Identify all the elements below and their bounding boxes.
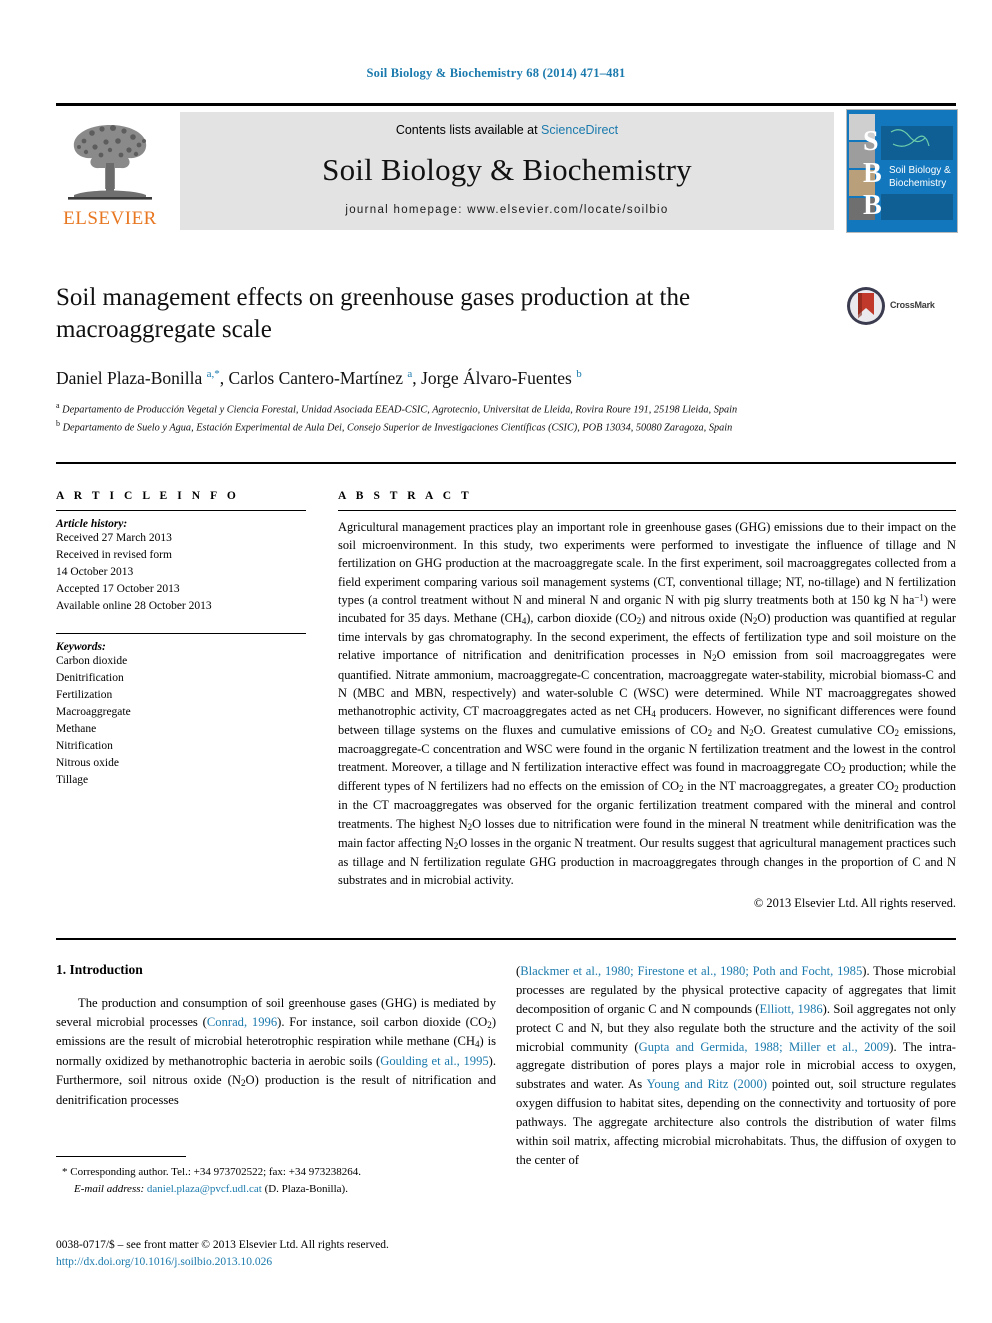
corresponding-author-footnote: * Corresponding author. Tel.: +34 973702… bbox=[56, 1156, 496, 1197]
contents-prefix: Contents lists available at bbox=[395, 123, 542, 137]
history-item: Received in revised form bbox=[56, 549, 172, 562]
elsevier-tree-icon bbox=[68, 125, 152, 200]
journal-cover-thumbnail[interactable]: S B B Soil Biology & Biochemistry bbox=[846, 109, 958, 233]
article-info-heading: A R T I C L E I N F O bbox=[56, 490, 240, 502]
contents-available-line: Contents lists available at ScienceDirec… bbox=[180, 123, 834, 137]
article-info-block: A R T I C L E I N F O Article history: R… bbox=[56, 490, 306, 789]
doi-link[interactable]: http://dx.doi.org/10.1016/j.soilbio.2013… bbox=[56, 1254, 556, 1271]
crossmark-label: CrossMark bbox=[890, 300, 935, 310]
journal-title: Soil Biology & Biochemistry bbox=[322, 152, 692, 187]
introduction-paragraph-right: (Blackmer et al., 1980; Firestone et al.… bbox=[516, 964, 957, 1167]
affiliation-a-text: Departamento de Producción Vegetal y Cie… bbox=[62, 404, 738, 416]
keyword-item: Fertilization bbox=[56, 689, 113, 702]
abstract-section-top-rule bbox=[56, 462, 956, 464]
article-info-rule bbox=[56, 510, 306, 511]
history-item: Available online 28 October 2013 bbox=[56, 600, 212, 613]
keywords-rule bbox=[56, 633, 306, 635]
abstract-block: A B S T R A C T Agricultural management … bbox=[338, 490, 956, 911]
affiliation-a: a Departamento de Producción Vegetal y C… bbox=[56, 401, 738, 416]
keyword-item: Macroaggregate bbox=[56, 706, 131, 719]
svg-text:Soil Biology &: Soil Biology & bbox=[889, 165, 951, 176]
svg-text:B: B bbox=[863, 190, 882, 221]
article-history-label: Article history: bbox=[56, 518, 128, 530]
keyword-item: Nitrous oxide bbox=[56, 757, 119, 770]
abstract-text: Agricultural management practices play a… bbox=[338, 520, 957, 888]
introduction-heading: 1. Introduction bbox=[56, 962, 143, 977]
history-item: Accepted 17 October 2013 bbox=[56, 583, 180, 596]
contents-banner: Contents lists available at ScienceDirec… bbox=[180, 112, 834, 230]
body-column-left: 1. Introduction The production and consu… bbox=[56, 962, 496, 1109]
keyword-item: Nitrification bbox=[56, 740, 113, 753]
history-item: Received 27 March 2013 bbox=[56, 532, 172, 544]
crossmark-badge[interactable]: CrossMark bbox=[846, 286, 956, 330]
abstract-rule bbox=[338, 510, 956, 511]
email-address-line[interactable]: E-mail address: daniel.plaza@pvcf.udl.ca… bbox=[56, 1181, 496, 1198]
keyword-item: Denitrification bbox=[56, 672, 124, 685]
abstract-copyright: © 2013 Elsevier Ltd. All rights reserved… bbox=[753, 896, 956, 911]
issn-front-matter: 0038-0717/$ – see front matter © 2013 El… bbox=[56, 1239, 389, 1251]
author-list: Daniel Plaza-Bonilla a,*, Carlos Cantero… bbox=[56, 368, 582, 388]
keyword-item: Tillage bbox=[56, 774, 89, 787]
body-column-right: (Blackmer et al., 1980; Firestone et al.… bbox=[516, 962, 956, 1170]
elsevier-logo: ELSEVIER bbox=[58, 111, 162, 231]
footnote-rule bbox=[56, 1156, 186, 1157]
abstract-heading: A B S T R A C T bbox=[338, 490, 473, 502]
article-first-page: Soil Biology & Biochemistry 68 (2014) 47… bbox=[0, 0, 992, 1323]
history-item: 14 October 2013 bbox=[56, 566, 134, 579]
masthead-top-rule bbox=[56, 103, 956, 106]
affiliation-b-text: Departamento de Suelo y Agua, Estación E… bbox=[62, 422, 733, 434]
affiliation-b: b Departamento de Suelo y Agua, Estación… bbox=[56, 419, 733, 434]
imprint-block: 0038-0717/$ – see front matter © 2013 El… bbox=[56, 1237, 556, 1270]
keywords-label: Keywords: bbox=[56, 641, 106, 654]
corresponding-author-line: * Corresponding author. Tel.: +34 973702… bbox=[62, 1166, 361, 1178]
keyword-item: Methane bbox=[56, 723, 97, 736]
journal-cover-art: S B B Soil Biology & Biochemistry bbox=[847, 110, 957, 232]
running-head: Soil Biology & Biochemistry 68 (2014) 47… bbox=[366, 66, 626, 80]
journal-homepage-link[interactable]: journal homepage: www.elsevier.com/locat… bbox=[180, 204, 834, 216]
crossmark-icon bbox=[847, 287, 885, 325]
affiliation-list: a Departamento de Producción Vegetal y C… bbox=[56, 400, 816, 436]
body-top-rule bbox=[56, 938, 956, 940]
article-history-list: Received 27 March 2013 Received in revis… bbox=[56, 530, 306, 615]
page-title: Soil management effects on greenhouse ga… bbox=[56, 284, 691, 343]
journal-masthead: ELSEVIER Contents lists available at Sci… bbox=[56, 103, 958, 235]
introduction-paragraph-left: The production and consumption of soil g… bbox=[56, 996, 497, 1107]
keyword-item: Carbon dioxide bbox=[56, 655, 128, 668]
svg-text:S: S bbox=[863, 126, 879, 157]
title-block: Soil management effects on greenhouse ga… bbox=[56, 282, 956, 436]
svg-text:Biochemistry: Biochemistry bbox=[889, 178, 946, 189]
elsevier-wordmark: ELSEVIER bbox=[63, 208, 157, 229]
keywords-list: Carbon dioxide Denitrification Fertiliza… bbox=[56, 653, 306, 789]
svg-text:B: B bbox=[863, 158, 882, 189]
sciencedirect-link[interactable]: ScienceDirect bbox=[541, 123, 618, 137]
